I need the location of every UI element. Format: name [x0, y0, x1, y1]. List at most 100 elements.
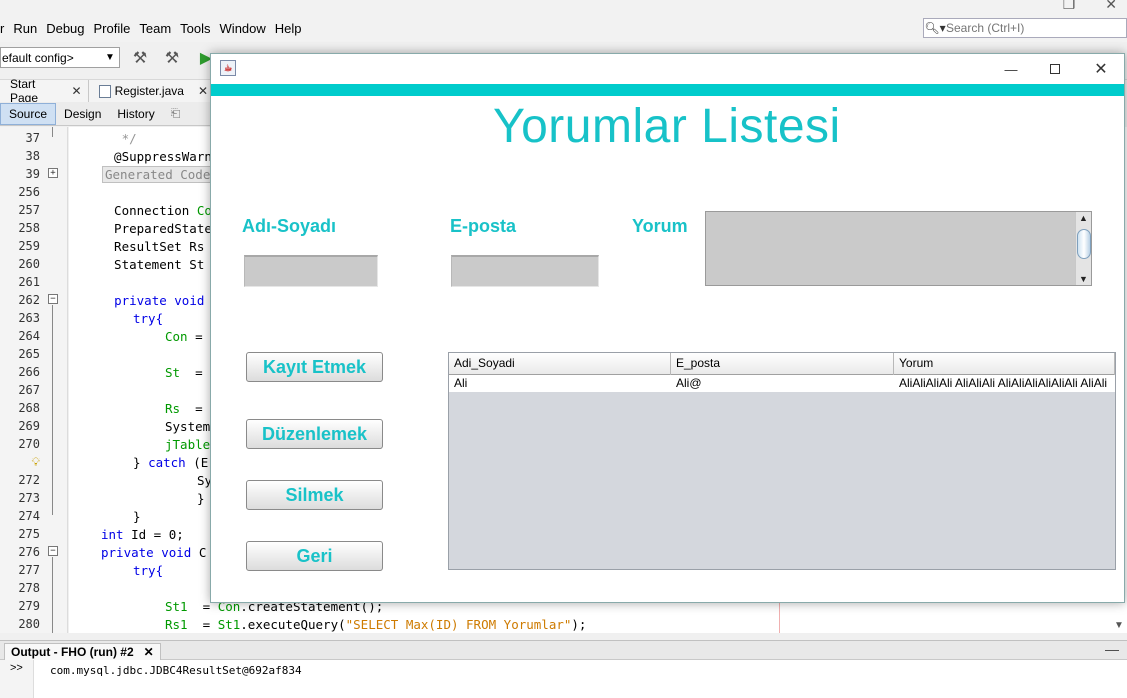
output-text: com.mysql.jdbc.JDBC4ResultSet@692af834: [50, 664, 302, 677]
menu-item-debug[interactable]: Debug: [46, 21, 89, 36]
chevron-down-icon: ▼: [105, 52, 115, 63]
code-token: Rs: [165, 401, 181, 416]
tab-label: Register.java: [114, 84, 184, 98]
back-button[interactable]: Geri: [246, 541, 383, 571]
code-token: (E: [185, 455, 209, 470]
line-number: 260: [18, 257, 40, 271]
line-number: 274: [18, 509, 40, 523]
save-button[interactable]: Kayıt Etmek: [246, 352, 383, 382]
menu-item-run[interactable]: Run: [13, 21, 42, 36]
name-label: Adı-Soyadı: [242, 216, 337, 236]
line-number: 272: [18, 473, 40, 487]
menu-item-window[interactable]: Window: [220, 21, 271, 36]
comment-label: Yorum: [632, 216, 688, 236]
code-token: Id = 0;: [123, 527, 184, 542]
chevron-down-icon[interactable]: ▼: [1114, 620, 1124, 631]
close-icon[interactable]: ✕: [144, 645, 154, 659]
code-line: }: [133, 509, 141, 524]
tab-output[interactable]: Output - FHO (run) #2 ✕: [4, 643, 161, 661]
line-number: 261: [18, 275, 40, 289]
line-number: 39: [25, 167, 40, 181]
menu-item-help[interactable]: Help: [275, 21, 307, 36]
menu-item-team[interactable]: Team: [139, 21, 176, 36]
expand-fold-icon[interactable]: +: [48, 168, 58, 178]
maximize-icon: [1050, 64, 1060, 74]
line-number: 263: [18, 311, 40, 325]
ide-search-input[interactable]: [946, 21, 1116, 35]
close-icon[interactable]: ✕: [198, 84, 208, 98]
collapse-fold-icon[interactable]: −: [48, 294, 58, 304]
scroll-thumb[interactable]: [1077, 229, 1091, 259]
column-header-name[interactable]: Adi_Soyadi: [449, 353, 671, 375]
table-row[interactable]: Ali Ali@ AliAliAliAli AliAliAli AliAliAl…: [449, 375, 1115, 392]
code-token: "SELECT Max(ID) FROM Yorumlar": [345, 617, 572, 632]
code-token: =: [187, 617, 218, 632]
hammer-icon[interactable]: ⚒: [128, 46, 152, 70]
tab-design[interactable]: Design: [56, 103, 109, 125]
line-number: 262: [18, 293, 40, 307]
minimize-button[interactable]: —: [999, 58, 1023, 80]
close-icon[interactable]: ✕: [1105, 0, 1117, 13]
minimize-icon[interactable]: —: [1105, 641, 1119, 657]
scroll-down-icon[interactable]: ▼: [1079, 274, 1088, 284]
tab-register-java[interactable]: Register.java ✕: [88, 80, 215, 102]
tab-start-page[interactable]: Start Page ✕: [0, 77, 89, 105]
page-title: Yorumlar Listesi: [493, 100, 841, 153]
table-header: Adi_Soyadi E_posta Yorum: [449, 353, 1115, 375]
scroll-up-icon[interactable]: ▲: [1079, 213, 1088, 223]
tab-history[interactable]: History: [109, 103, 162, 125]
tab-label: Start Page: [10, 77, 39, 105]
editor-tabs: Start Page ✕ Register.java ✕: [0, 77, 215, 105]
code-token: =: [187, 329, 203, 344]
code-token: =: [180, 365, 203, 380]
column-header-comment[interactable]: Yorum: [894, 353, 1115, 375]
tab-source[interactable]: Source: [0, 102, 57, 125]
email-field[interactable]: [451, 255, 599, 287]
delete-button[interactable]: Silmek: [246, 480, 383, 510]
restore-icon[interactable]: ❐: [1063, 0, 1076, 13]
code-token: private void: [101, 545, 192, 560]
ide-search-box[interactable]: 🔍︎▾: [923, 18, 1127, 38]
folded-code[interactable]: Generated Code: [102, 166, 214, 183]
comment-scrollbar[interactable]: ▲ ▼: [1075, 212, 1091, 285]
line-number: 264: [18, 329, 40, 343]
menu-item-refactor[interactable]: r: [0, 21, 9, 36]
line-number: 266: [18, 365, 40, 379]
menu-item-profile[interactable]: Profile: [94, 21, 136, 36]
form-content: Yorumlar Listesi Adı-Soyadı E-posta Yoru…: [211, 96, 1124, 602]
column-header-email[interactable]: E_posta: [671, 353, 894, 375]
code-token: St1: [217, 617, 241, 632]
code-token: Connection: [99, 203, 197, 218]
close-icon[interactable]: ✕: [72, 84, 82, 98]
rerun-icon[interactable]: >>: [0, 660, 34, 698]
line-number: 257: [18, 203, 40, 217]
collapse-fold-icon[interactable]: −: [48, 546, 58, 556]
name-field[interactable]: [244, 255, 378, 287]
line-number: 275: [18, 527, 40, 541]
comments-table: Adi_Soyadi E_posta Yorum Ali Ali@ AliAli…: [448, 352, 1116, 570]
line-number: 258: [18, 221, 40, 235]
maximize-button[interactable]: [1043, 58, 1067, 80]
output-panel-header: Output - FHO (run) #2 ✕ —: [0, 640, 1127, 661]
menu-item-tools[interactable]: Tools: [180, 21, 215, 36]
app-window: ☕︎ — ✕ Yorumlar Listesi Adı-Soyadı E-pos…: [210, 53, 1125, 603]
code-token: int: [101, 527, 124, 542]
code-token: St: [165, 365, 181, 380]
line-number: 256: [18, 185, 40, 199]
line-number: 37: [25, 131, 40, 145]
code-token: catch: [148, 455, 186, 470]
clean-build-icon[interactable]: ⚒: [160, 46, 184, 70]
comment-textarea[interactable]: [706, 212, 1074, 285]
close-button[interactable]: ✕: [1089, 58, 1113, 80]
line-number: 280: [18, 617, 40, 631]
comment-area-container: ▲ ▼: [705, 211, 1092, 286]
edit-button[interactable]: Düzenlemek: [246, 419, 383, 449]
code-token: St1: [165, 599, 188, 614]
config-select[interactable]: efault config> ▼: [0, 47, 120, 68]
search-icon[interactable]: 🔍︎▾: [924, 21, 946, 35]
warning-bulb-icon[interactable]: 💡︎: [26, 455, 40, 470]
app-titlebar: ☕︎ — ✕: [211, 54, 1124, 84]
code-token: Rs1: [165, 617, 188, 632]
back-icon[interactable]: ⎗: [163, 103, 189, 125]
line-number: 38: [25, 149, 40, 163]
